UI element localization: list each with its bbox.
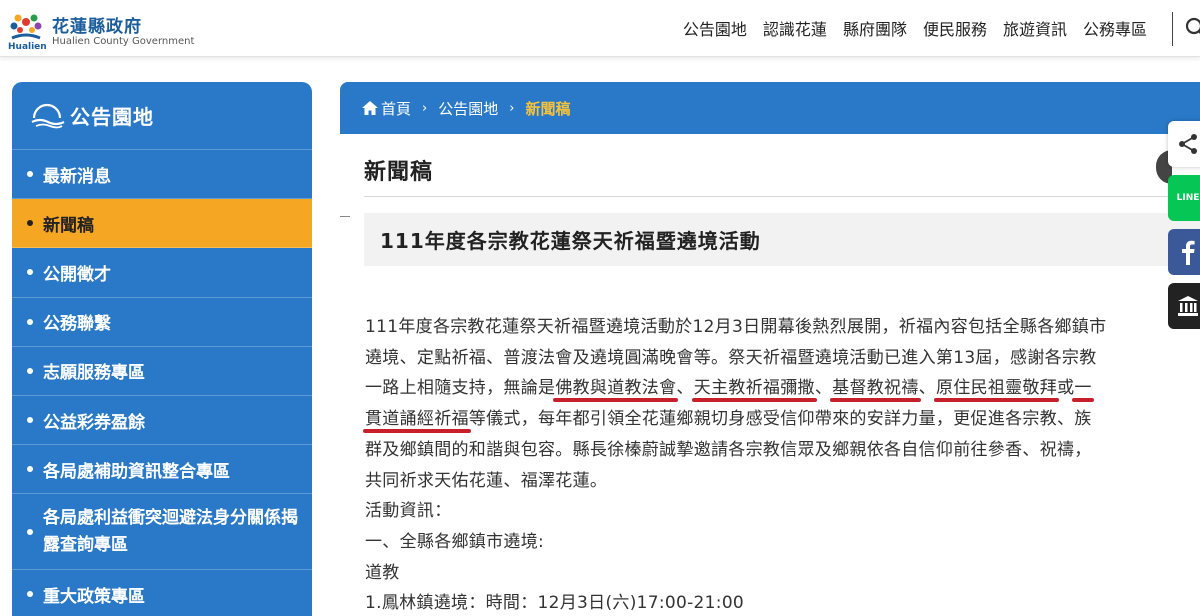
highlight-text: 貫道誦經祈福 xyxy=(365,409,469,430)
divider-dash xyxy=(340,216,350,217)
share-icon xyxy=(1179,134,1197,154)
article-line: 群及鄉鎮間的和諧與包容。縣長徐榛蔚誠摯邀請各宗教信眾及鄉親依各自信仰前往參香、祝… xyxy=(365,439,1092,460)
highlight-text: 天主教祈福彌撒 xyxy=(693,378,815,399)
article-title: 111年度各宗教花蓮祭天祈福暨遶境活動 xyxy=(364,213,1200,266)
breadcrumb-current: 新聞稿 xyxy=(525,99,571,118)
sidebar-item-conflict-disclosure[interactable]: 各局處利益衝突迴避法身分關係揭露查詢專區 xyxy=(12,494,312,571)
sidebar-item-press-release[interactable]: 新聞稿 xyxy=(12,199,312,249)
article-text: 一路上相隨支持，無論是 xyxy=(365,378,556,399)
highlight-text: 原住民祖靈敬拜 xyxy=(935,378,1058,399)
sidebar-item-label: 重大政策專區 xyxy=(43,586,145,607)
sidebar-item-label: 新聞稿 xyxy=(43,215,94,236)
article-line: 道教 xyxy=(365,562,400,583)
article-body: 111年度各宗教花蓮祭天祈福暨遶境活動於12月3日開幕後熱烈展開，祈福內容包括全… xyxy=(365,312,1185,616)
chevron-right-icon: › xyxy=(422,100,428,116)
article-line: 共同祈求天佑花蓮、福澤花蓮。 xyxy=(365,470,608,491)
article-line: 一路上相隨支持，無論是佛教與道教法會、天主教祈福彌撒、基督教祝禱、原住民祖靈敬拜… xyxy=(365,373,1185,404)
government-share-button[interactable] xyxy=(1168,283,1200,329)
article-text: 或 xyxy=(1057,378,1075,399)
breadcrumb: 首頁 › 公告園地 › 新聞稿 xyxy=(340,82,1200,134)
page-title: 新聞稿 xyxy=(364,160,434,185)
sidebar-item-official-contact[interactable]: 公務聯繫 xyxy=(12,298,312,347)
article-line: 遶境、定點祈福、普渡法會及遶境圓滿晚會等。祭天祈福暨遶境活動已進入第13屆，感謝… xyxy=(365,347,1097,368)
sidebar-item-label: 公開徵才 xyxy=(43,264,111,285)
breadcrumb-home[interactable]: 首頁 xyxy=(381,98,411,119)
main-nav: 公告園地 認識花蓮 縣府團隊 便民服務 旅遊資訊 公務專區 xyxy=(675,16,1155,40)
sidebar-item-lottery-surplus[interactable]: 公益彩券盈餘 xyxy=(12,396,312,446)
building-icon xyxy=(1178,296,1198,316)
article-text: 、 xyxy=(918,378,936,399)
chevron-right-icon: › xyxy=(509,100,515,116)
sidebar-item-recruitment[interactable]: 公開徵才 xyxy=(12,248,312,298)
article-line: 111年度各宗教花蓮祭天祈福暨遶境活動於12月3日開幕後熱烈展開，祈福內容包括全… xyxy=(365,317,1107,337)
nav-divider xyxy=(1172,12,1173,46)
facebook-share-button[interactable] xyxy=(1168,229,1200,275)
sidebar-item-label: 公益彩券盈餘 xyxy=(43,412,145,433)
home-icon xyxy=(362,101,378,115)
sidebar-item-label: 志願服務專區 xyxy=(43,363,145,384)
sidebar-header: 公告園地 xyxy=(12,82,312,150)
article-text: 、 xyxy=(676,378,694,399)
sidebar: 公告園地 最新消息 新聞稿 公開徵才 公務聯繫 志願服務專區 公益彩券盈餘 各局… xyxy=(12,82,312,616)
wave-logo-icon xyxy=(31,103,65,128)
highlight-text: 佛教與道教法會 xyxy=(555,378,677,399)
facebook-icon xyxy=(1182,240,1195,265)
highlight-text: 基督教祝禱 xyxy=(832,378,919,399)
site-title[interactable]: 花蓮縣政府 xyxy=(52,12,142,37)
sidebar-item-latest-news[interactable]: 最新消息 xyxy=(12,150,312,200)
breadcrumb-announcements[interactable]: 公告園地 xyxy=(438,98,498,119)
article-line: 一、全縣各鄉鎮市遶境: xyxy=(365,531,545,552)
highlight-text: 一 xyxy=(1074,378,1092,399)
sidebar-item-label: 公務聯繫 xyxy=(43,314,111,335)
nav-item-announcements[interactable]: 公告園地 xyxy=(675,16,755,40)
sidebar-title: 公告園地 xyxy=(70,105,154,129)
article-line: 1.鳳林鎮遶境：時間：12月3日(六)17:00-21:00 xyxy=(365,593,745,614)
nav-item-government-team[interactable]: 縣府團隊 xyxy=(835,16,915,40)
line-share-button[interactable]: LINE xyxy=(1168,175,1200,221)
search-icon[interactable] xyxy=(1184,16,1200,40)
line-icon: LINE xyxy=(1176,193,1200,203)
title-divider xyxy=(364,196,1200,197)
sidebar-item-subsidy-info[interactable]: 各局處補助資訊整合專區 xyxy=(12,445,312,495)
nav-item-public-service[interactable]: 便民服務 xyxy=(915,16,995,40)
article-text: 等儀式，每年都引領全花蓮鄉親切身感受信仰帶來的安詳力量，更促進各宗教、族 xyxy=(468,409,1092,430)
article-line: 活動資訊： xyxy=(365,501,452,522)
article-line: 貫道誦經祈福等儀式，每年都引領全花蓮鄉親切身感受信仰帶來的安詳力量，更促進各宗教… xyxy=(365,404,1185,435)
sidebar-item-label: 各局處補助資訊整合專區 xyxy=(43,461,230,482)
site-subtitle: Hualien County Government xyxy=(52,36,195,47)
sidebar-item-volunteer[interactable]: 志願服務專區 xyxy=(12,347,312,396)
nav-item-official-affairs[interactable]: 公務專區 xyxy=(1075,16,1155,40)
share-button[interactable] xyxy=(1168,121,1200,167)
sidebar-item-major-policy[interactable]: 重大政策專區 xyxy=(12,570,312,616)
site-header: Hualien 花蓮縣政府 Hualien County Government … xyxy=(0,0,1200,57)
nav-item-travel-info[interactable]: 旅遊資訊 xyxy=(995,16,1075,40)
sidebar-item-label: 最新消息 xyxy=(43,166,111,187)
nav-item-about-hualien[interactable]: 認識花蓮 xyxy=(755,16,835,40)
sidebar-item-label: 各局處利益衝突迴避法身分關係揭露查詢專區 xyxy=(43,508,298,555)
article-text: 、 xyxy=(814,378,833,399)
logo-en-label: Hualien xyxy=(8,42,47,52)
